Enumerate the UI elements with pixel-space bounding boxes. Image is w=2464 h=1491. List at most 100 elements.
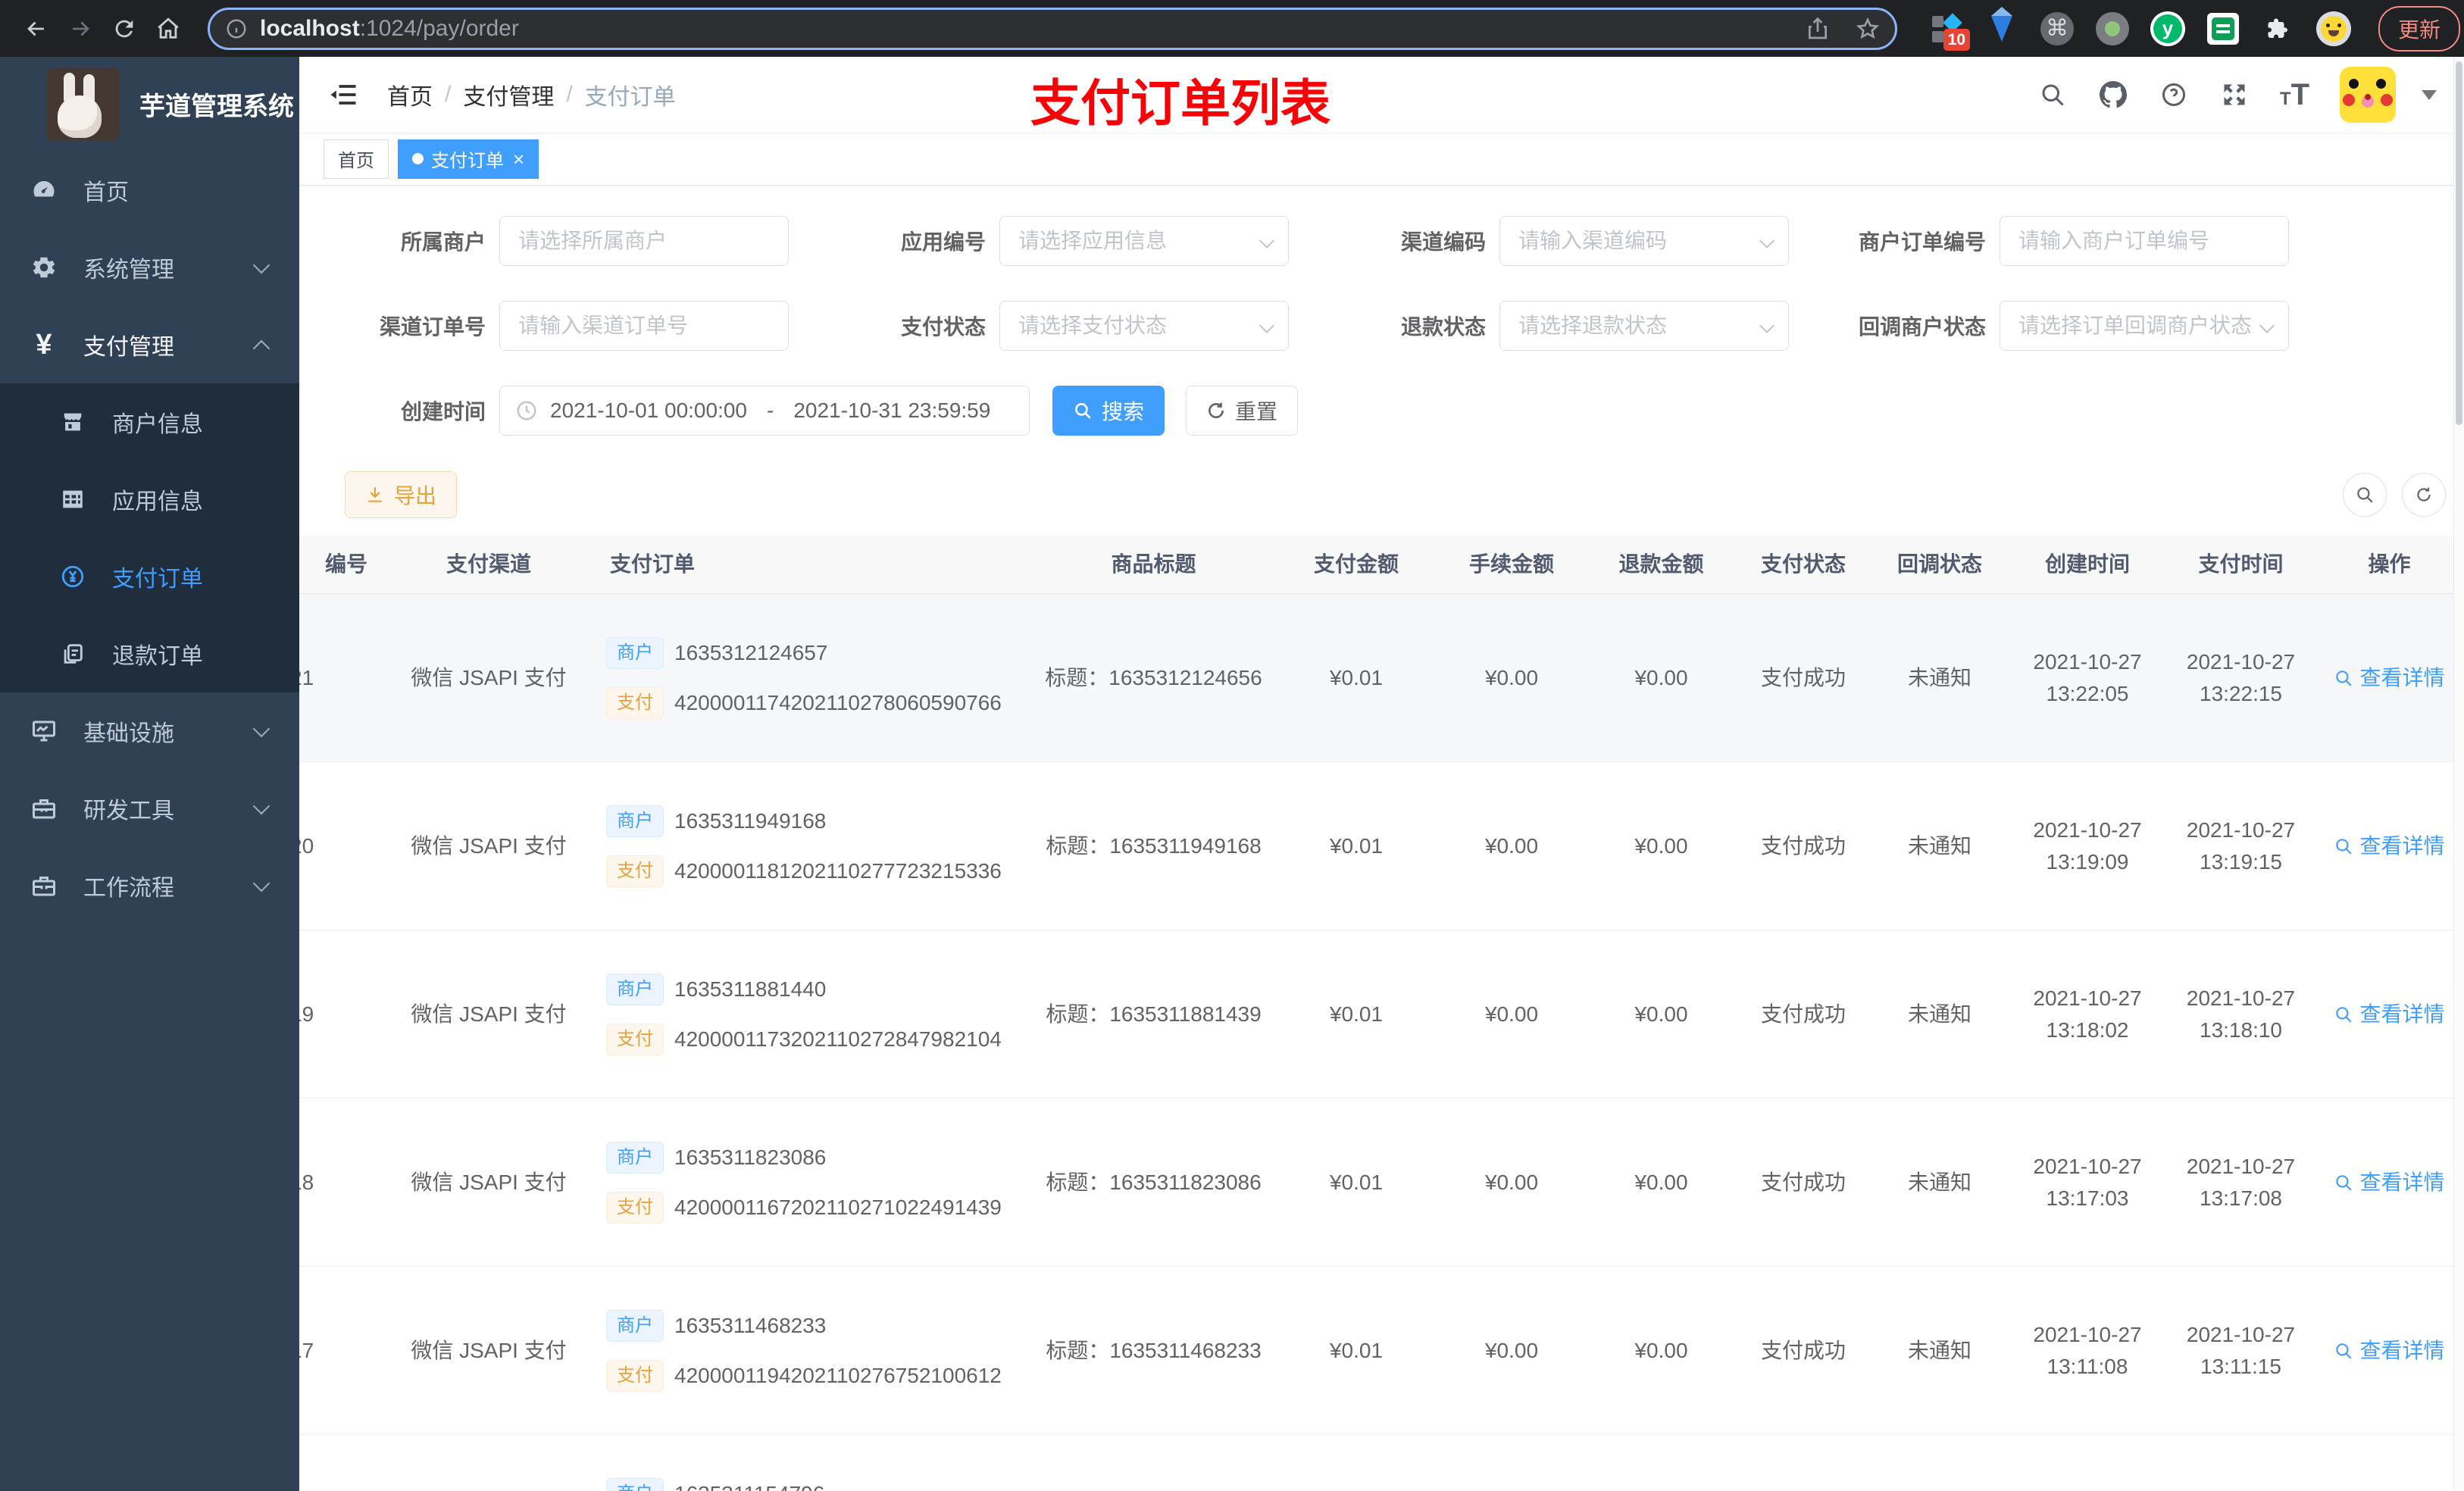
address-bar[interactable]: localhost:1024/pay/order bbox=[208, 7, 1897, 50]
breadcrumb-current: 支付订单 bbox=[584, 85, 676, 110]
github-icon[interactable] bbox=[2098, 80, 2128, 110]
pay-status-select[interactable] bbox=[999, 301, 1289, 351]
sidebar-item-refund-order[interactable]: 退款订单 bbox=[0, 615, 299, 692]
date-range-input[interactable]: 2021-10-01 00:00:00 - 2021-10-31 23:59:5… bbox=[499, 386, 1030, 436]
page-scrollbar[interactable] bbox=[2453, 57, 2464, 1491]
notify-status: 未通知 bbox=[1907, 833, 1972, 858]
pay-order-table: 编号 支付渠道 支付订单 商品标题 支付金额 手续金额 退款金额 支付状态 回调… bbox=[299, 536, 2464, 1491]
sidebar-item-app-info[interactable]: 应用信息 bbox=[0, 461, 299, 538]
extension-chat-icon[interactable] bbox=[2206, 11, 2240, 46]
gear-icon bbox=[29, 252, 59, 283]
pay-channel: 微信 JSAPI 支付 bbox=[411, 665, 567, 689]
main-area: 首页 / 支付管理 / 支付订单 支付订单列表 TT 首页 支付订单 × 所属商… bbox=[299, 57, 2464, 1491]
fee-amount: ¥0.00 bbox=[1484, 833, 1539, 858]
refresh-table-button[interactable] bbox=[2402, 473, 2446, 517]
date-end[interactable]: 2021-10-31 23:59:59 bbox=[793, 399, 990, 423]
help-icon[interactable] bbox=[2159, 80, 2189, 110]
url-text: localhost:1024/pay/order bbox=[260, 15, 519, 41]
sidebar-item-home[interactable]: 首页 bbox=[0, 152, 299, 229]
tag-pay-order[interactable]: 支付订单 × bbox=[398, 139, 539, 179]
browser-forward-icon[interactable] bbox=[62, 11, 98, 47]
pay-order-no: 4200001181202110277723215336 bbox=[674, 858, 1002, 883]
sidebar-item-workflow[interactable]: 工作流程 bbox=[0, 847, 299, 924]
share-icon[interactable] bbox=[1806, 17, 1830, 41]
pay-channel: 微信 JSAPI 支付 bbox=[411, 1338, 567, 1362]
sidebar-item-system[interactable]: 系统管理 bbox=[0, 229, 299, 306]
site-info-icon[interactable] bbox=[225, 17, 248, 40]
search-icon bbox=[2336, 838, 2353, 855]
fee-amount: ¥0.00 bbox=[1484, 1002, 1539, 1026]
channel-code-select[interactable] bbox=[1499, 216, 1789, 266]
notify-status-select[interactable] bbox=[2000, 301, 2289, 351]
table-icon bbox=[58, 484, 88, 514]
tag-close-icon[interactable]: × bbox=[513, 149, 524, 169]
view-detail-link[interactable]: 查看详情 bbox=[2334, 662, 2445, 694]
reset-button[interactable]: 重置 bbox=[1186, 386, 1299, 436]
extension-kite-icon[interactable] bbox=[1984, 6, 2019, 46]
bookmark-star-icon[interactable] bbox=[1856, 17, 1880, 41]
extension-command-icon[interactable]: ⌘ bbox=[2040, 11, 2075, 46]
sidebar-item-merchant-info[interactable]: 商户信息 bbox=[0, 383, 299, 461]
user-avatar[interactable] bbox=[2340, 67, 2396, 123]
sidebar-item-infrastructure[interactable]: 基础设施 bbox=[0, 692, 299, 770]
merchant-select[interactable] bbox=[499, 216, 789, 266]
fullscreen-icon[interactable] bbox=[2219, 80, 2250, 110]
dashboard-icon bbox=[29, 175, 59, 205]
search-button[interactable]: 搜索 bbox=[1052, 386, 1165, 436]
view-detail-link[interactable]: 查看详情 bbox=[2334, 1167, 2445, 1199]
export-button[interactable]: 导出 bbox=[345, 471, 458, 518]
sidebar-item-payment[interactable]: ¥ 支付管理 bbox=[0, 306, 299, 383]
merchant-order-no-input[interactable] bbox=[2000, 216, 2289, 266]
clock-icon bbox=[517, 401, 536, 420]
sidebar-item-pay-order[interactable]: 支付订单 bbox=[0, 538, 299, 615]
merchant-tag: 商户 bbox=[606, 973, 664, 1005]
merchant-order-no: 1635311823086 bbox=[674, 1145, 827, 1169]
pay-tag: 支付 bbox=[606, 686, 664, 719]
sidebar-collapse-icon[interactable] bbox=[327, 78, 360, 111]
browser-reload-icon[interactable] bbox=[106, 11, 142, 47]
filter-pay-status: 支付状态 bbox=[799, 301, 1299, 351]
scrollbar-thumb[interactable] bbox=[2456, 61, 2462, 425]
screen: localhost:1024/pay/order 10 ⌘ y 更新 ⋮ bbox=[0, 0, 2464, 1491]
view-detail-link[interactable]: 查看详情 bbox=[2334, 830, 2445, 862]
avatar-caret-icon[interactable] bbox=[2422, 89, 2437, 100]
breadcrumb-payment[interactable]: 支付管理 bbox=[463, 78, 554, 111]
notify-status: 未通知 bbox=[1907, 665, 1972, 689]
font-size-icon[interactable]: TT bbox=[2280, 80, 2309, 110]
notify-status: 未通知 bbox=[1907, 1170, 1972, 1194]
table-row: 19 微信 JSAPI 支付 商户 1635311881440 支付 42000… bbox=[299, 930, 2464, 1099]
date-start[interactable]: 2021-10-01 00:00:00 bbox=[550, 399, 747, 423]
filter-app: 应用编号 bbox=[799, 216, 1299, 266]
browser-home-icon[interactable] bbox=[150, 11, 186, 47]
extension-sketch-icon[interactable]: 10 bbox=[1929, 11, 1970, 51]
table-body: 21 微信 JSAPI 支付 商户 1635312124657 支付 42000… bbox=[299, 594, 2464, 1491]
shop-icon bbox=[58, 407, 88, 437]
toggle-search-button[interactable] bbox=[2343, 473, 2387, 517]
pay-amount: ¥0.01 bbox=[1329, 833, 1384, 858]
extension-y-icon[interactable]: y bbox=[2150, 11, 2185, 46]
pay-amount: ¥0.01 bbox=[1329, 1338, 1384, 1362]
refund-amount: ¥0.00 bbox=[1634, 665, 1688, 689]
extensions-puzzle-icon[interactable] bbox=[2261, 11, 2296, 46]
pay-tag: 支付 bbox=[606, 855, 664, 887]
tag-home[interactable]: 首页 bbox=[324, 139, 389, 179]
browser-profile-avatar[interactable] bbox=[2316, 11, 2351, 46]
browser-back-icon[interactable] bbox=[18, 11, 55, 47]
merchant-order-no: 1635312124657 bbox=[674, 640, 828, 664]
pay-order-no: 4200001174202110278060590766 bbox=[674, 690, 1002, 714]
view-detail-link[interactable]: 查看详情 bbox=[2334, 999, 2445, 1030]
app-select[interactable] bbox=[999, 216, 1289, 266]
sidebar-item-dev-tools[interactable]: 研发工具 bbox=[0, 770, 299, 847]
goods-title: 标题：1635311881439 bbox=[1046, 1002, 1262, 1026]
pay-order-no: 4200001173202110272847982104 bbox=[674, 1027, 1002, 1051]
search-icon bbox=[2336, 1006, 2353, 1023]
refund-status-select[interactable] bbox=[1499, 301, 1789, 351]
sidebar-logo[interactable]: 芋道管理系统 bbox=[0, 57, 299, 152]
chrome-update-button[interactable]: 更新 bbox=[2378, 5, 2461, 52]
order-id: 19 bbox=[299, 1002, 314, 1026]
view-detail-link[interactable]: 查看详情 bbox=[2334, 1335, 2445, 1367]
breadcrumb-home[interactable]: 首页 bbox=[387, 78, 433, 111]
header-search-icon[interactable] bbox=[2037, 80, 2068, 110]
channel-order-no-input[interactable] bbox=[499, 301, 789, 351]
extension-recorder-icon[interactable] bbox=[2095, 11, 2130, 46]
